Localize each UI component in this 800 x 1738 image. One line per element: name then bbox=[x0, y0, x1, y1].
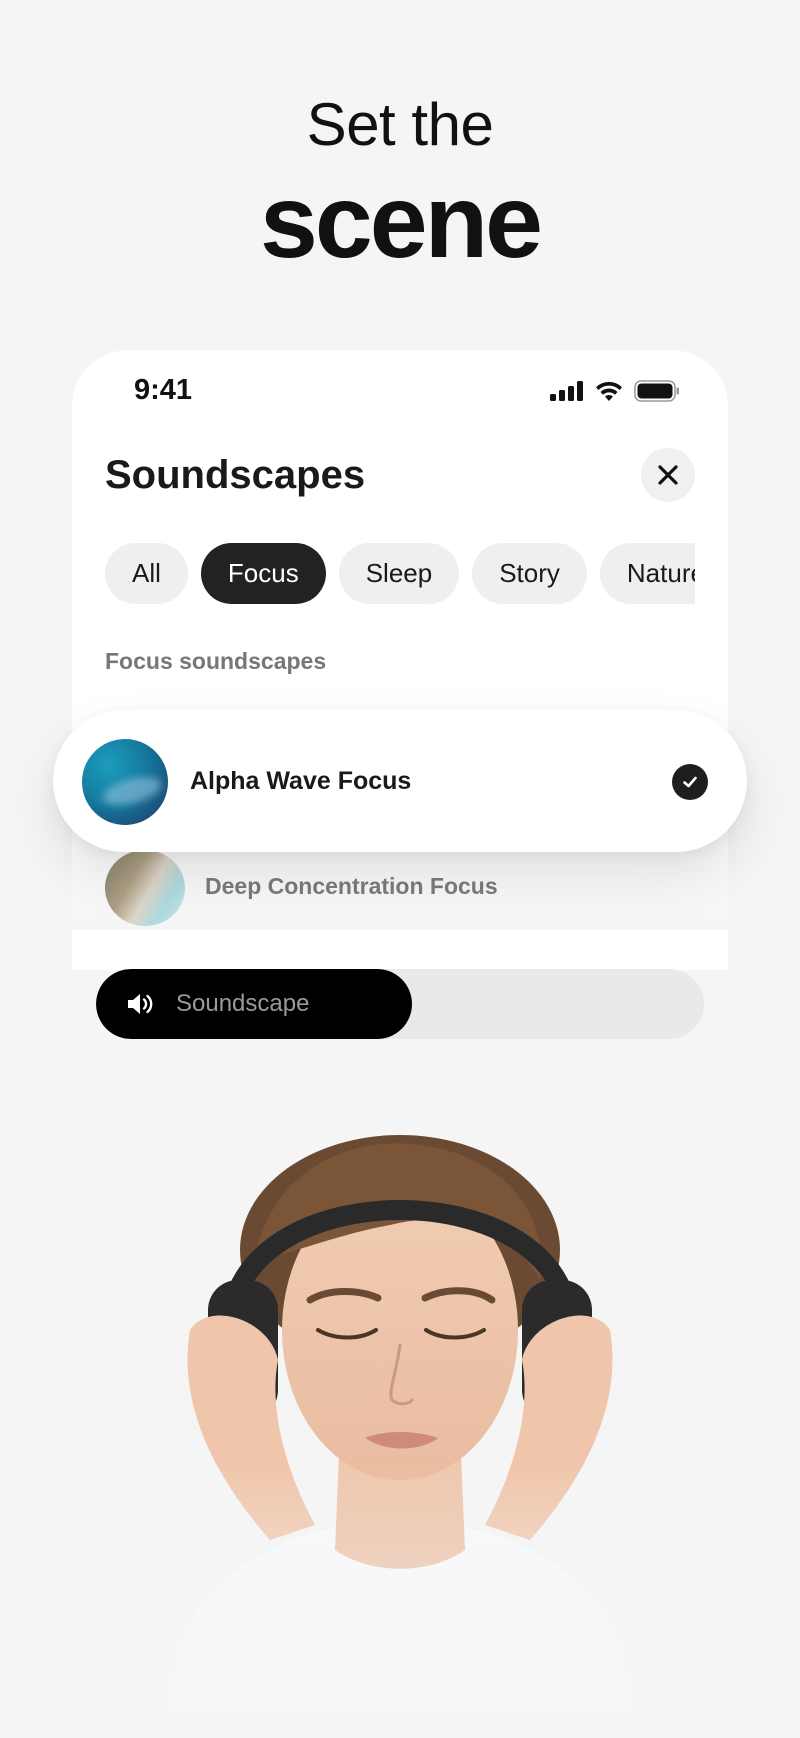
woman-with-headphones-image bbox=[120, 1130, 680, 1738]
chip-focus[interactable]: Focus bbox=[200, 543, 326, 604]
status-icons bbox=[550, 380, 680, 402]
headline-line-1: Set the bbox=[306, 91, 494, 158]
battery-icon bbox=[634, 380, 679, 402]
chip-story[interactable]: Story bbox=[472, 543, 587, 604]
chip-nature[interactable]: Nature bbox=[599, 543, 695, 604]
check-icon bbox=[672, 764, 708, 800]
alpha-wave-thumbnail bbox=[82, 739, 168, 825]
alpha-wave-label: Alpha Wave Focus bbox=[190, 767, 412, 795]
list-item-deep-concentration[interactable]: Deep Concentration Focus bbox=[205, 873, 498, 900]
chip-sleep[interactable]: Sleep bbox=[338, 543, 460, 604]
sheet-title: Soundscapes bbox=[105, 453, 366, 497]
deep-concentration-thumbnail bbox=[105, 850, 185, 926]
close-button[interactable] bbox=[641, 448, 695, 502]
signal-icon bbox=[550, 381, 583, 401]
close-icon bbox=[658, 465, 678, 485]
volume-label: Soundscape bbox=[176, 990, 310, 1017]
filter-chips: All Focus Sleep Story Nature bbox=[105, 543, 695, 605]
speaker-icon bbox=[126, 991, 156, 1022]
wifi-icon bbox=[596, 381, 622, 401]
section-label: Focus soundscapes bbox=[105, 648, 327, 674]
headline-line-2: scene bbox=[260, 164, 543, 280]
chip-all[interactable]: All bbox=[105, 543, 188, 604]
status-time: 9:41 bbox=[134, 374, 193, 406]
